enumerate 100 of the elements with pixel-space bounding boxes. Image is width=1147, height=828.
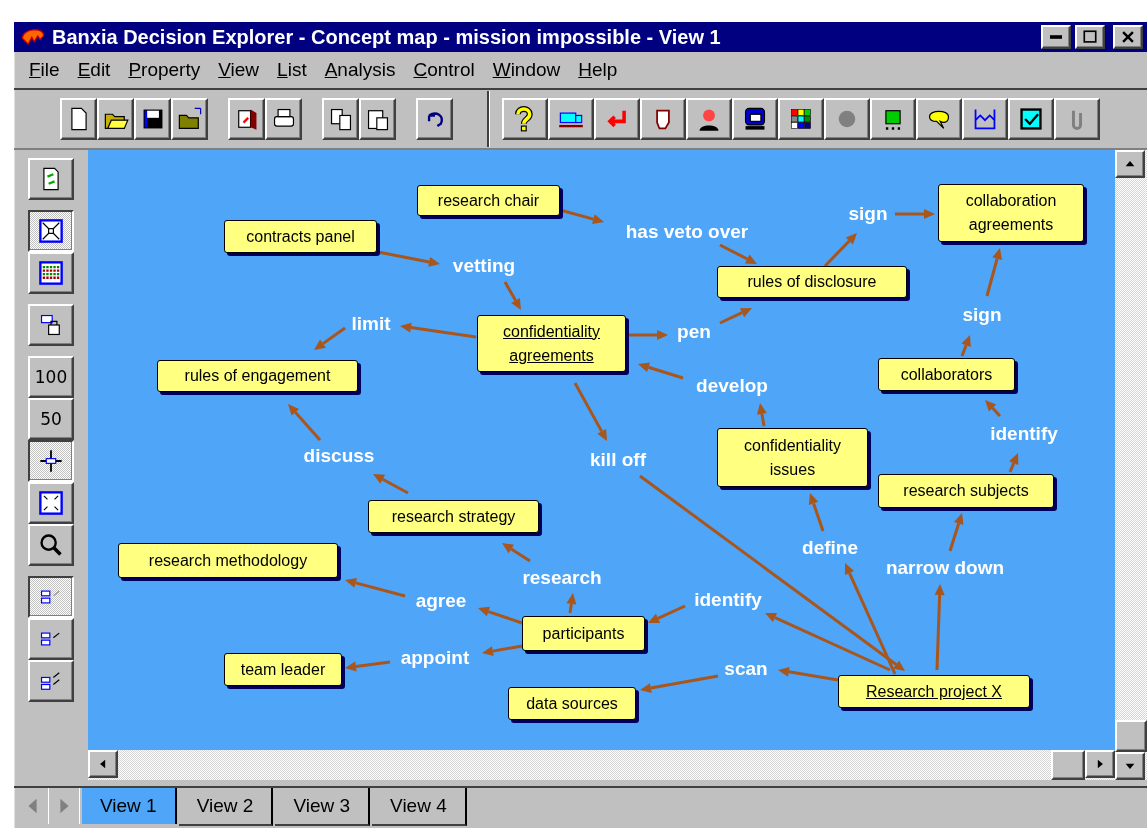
view-tab[interactable]: View 2 <box>178 788 274 826</box>
menu-item[interactable]: Property <box>119 59 210 81</box>
menu-item[interactable]: File <box>20 59 69 81</box>
menu-item[interactable]: Edit <box>68 59 120 81</box>
concept-node[interactable]: research subjects <box>878 474 1054 508</box>
tool-button[interactable] <box>28 440 74 482</box>
concept-node[interactable]: collaboration agreements <box>938 184 1084 242</box>
arrow <box>823 233 857 268</box>
arrow <box>948 513 964 552</box>
arrow <box>482 644 523 657</box>
concept-node[interactable]: collaborators <box>878 358 1015 391</box>
concept-node[interactable]: research chair <box>417 185 560 216</box>
toolbar-button[interactable] <box>548 98 594 140</box>
toolbar-button[interactable] <box>502 98 548 140</box>
concept-node[interactable]: Research project X <box>838 675 1030 708</box>
arrow <box>985 248 1002 297</box>
close-button[interactable] <box>1113 25 1143 49</box>
arrow <box>756 403 767 427</box>
menu-item[interactable]: Control <box>404 59 484 81</box>
move-icon <box>38 448 64 474</box>
link-label: pen <box>677 321 711 343</box>
toolbar-button[interactable] <box>416 98 453 140</box>
vertical-scrollbar[interactable] <box>1115 150 1147 780</box>
view-tab[interactable]: View 3 <box>275 788 371 826</box>
zoom-button[interactable]: 100 <box>28 356 74 398</box>
concept-node[interactable]: rules of disclosure <box>717 266 907 298</box>
concept-node[interactable]: research methodology <box>118 543 338 578</box>
scroll-right-button[interactable] <box>1085 750 1115 778</box>
folder-icon <box>176 106 203 132</box>
concept-node[interactable]: confidentiality agreements <box>477 315 626 372</box>
arrow <box>985 400 1002 418</box>
minimize-icon <box>1050 35 1062 39</box>
concept-node[interactable]: contracts panel <box>224 220 377 253</box>
color-grid-icon <box>788 106 814 132</box>
toolbar-button[interactable] <box>870 98 916 140</box>
menu-item[interactable]: Analysis <box>315 59 405 81</box>
minimize-button[interactable] <box>1041 25 1071 49</box>
arrow <box>638 362 684 380</box>
tool-button[interactable] <box>28 210 74 252</box>
toolbar-button[interactable] <box>962 98 1008 140</box>
scroll-thumb[interactable] <box>1051 750 1085 780</box>
link-label: appoint <box>400 647 470 669</box>
concept-node[interactable]: team leader <box>224 653 342 686</box>
toolbar-button[interactable] <box>228 98 265 140</box>
search-icon <box>38 532 64 558</box>
concept-node[interactable]: participants <box>522 616 645 651</box>
arrow <box>288 404 322 441</box>
toolbar-button[interactable] <box>265 98 302 140</box>
arrow <box>314 326 346 350</box>
arrow <box>1008 453 1019 473</box>
concept-node[interactable]: rules of engagement <box>157 360 358 392</box>
fit-screen-icon <box>38 490 64 516</box>
horizontal-scrollbar[interactable] <box>88 750 1115 780</box>
scroll-thumb[interactable] <box>1115 720 1147 752</box>
link-label: define <box>802 537 858 559</box>
link-label: identify <box>990 423 1058 445</box>
tool-button[interactable] <box>28 576 74 618</box>
link-label: develop <box>696 375 768 397</box>
toolbar-button[interactable] <box>1054 98 1100 140</box>
link-label: sign <box>962 304 1002 326</box>
arrow <box>502 543 531 563</box>
toolbar-button[interactable] <box>322 98 359 140</box>
view-tab[interactable]: View 1 <box>82 788 177 824</box>
toolbar-button[interactable] <box>916 98 962 140</box>
zoom-button[interactable]: 50 <box>28 398 74 440</box>
menu-item[interactable]: Window <box>483 59 570 81</box>
toolbar-button[interactable] <box>171 98 208 140</box>
toolbar-button[interactable] <box>640 98 686 140</box>
menu-item[interactable]: View <box>209 59 269 81</box>
checkbox-icon <box>1018 106 1044 132</box>
menu-item[interactable]: Help <box>569 59 627 81</box>
concept-node[interactable]: data sources <box>508 687 636 720</box>
toolbar-button[interactable] <box>824 98 870 140</box>
maximize-icon <box>1081 28 1099 46</box>
toolbar-button[interactable] <box>359 98 396 140</box>
toolbar-button[interactable] <box>594 98 640 140</box>
link-label: kill off <box>590 449 646 471</box>
scroll-left-button[interactable] <box>88 750 118 778</box>
toolbar-button[interactable] <box>60 98 97 140</box>
menu-item[interactable]: List <box>268 59 316 81</box>
toolbar-button[interactable] <box>97 98 134 140</box>
concept-node[interactable]: confidentiality issues <box>717 428 868 487</box>
toolbar-button[interactable] <box>686 98 732 140</box>
arrow <box>719 243 757 264</box>
arrow <box>573 382 607 441</box>
toolbar-button[interactable] <box>1008 98 1054 140</box>
list-view-icon <box>38 260 64 286</box>
concept-node[interactable]: research strategy <box>368 500 539 533</box>
view-tab[interactable]: View 4 <box>372 788 467 826</box>
link-label: identify <box>694 589 762 611</box>
scroll-down-button[interactable] <box>1115 752 1145 780</box>
arrow <box>373 474 409 495</box>
toolbar-button[interactable] <box>134 98 171 140</box>
toolbar-button[interactable] <box>732 98 778 140</box>
arrow <box>719 308 752 325</box>
arrow <box>628 330 668 340</box>
scroll-up-button[interactable] <box>1115 150 1145 178</box>
link-label: vetting <box>452 255 516 277</box>
toolbar-button[interactable] <box>778 98 824 140</box>
maximize-button[interactable] <box>1075 25 1105 49</box>
